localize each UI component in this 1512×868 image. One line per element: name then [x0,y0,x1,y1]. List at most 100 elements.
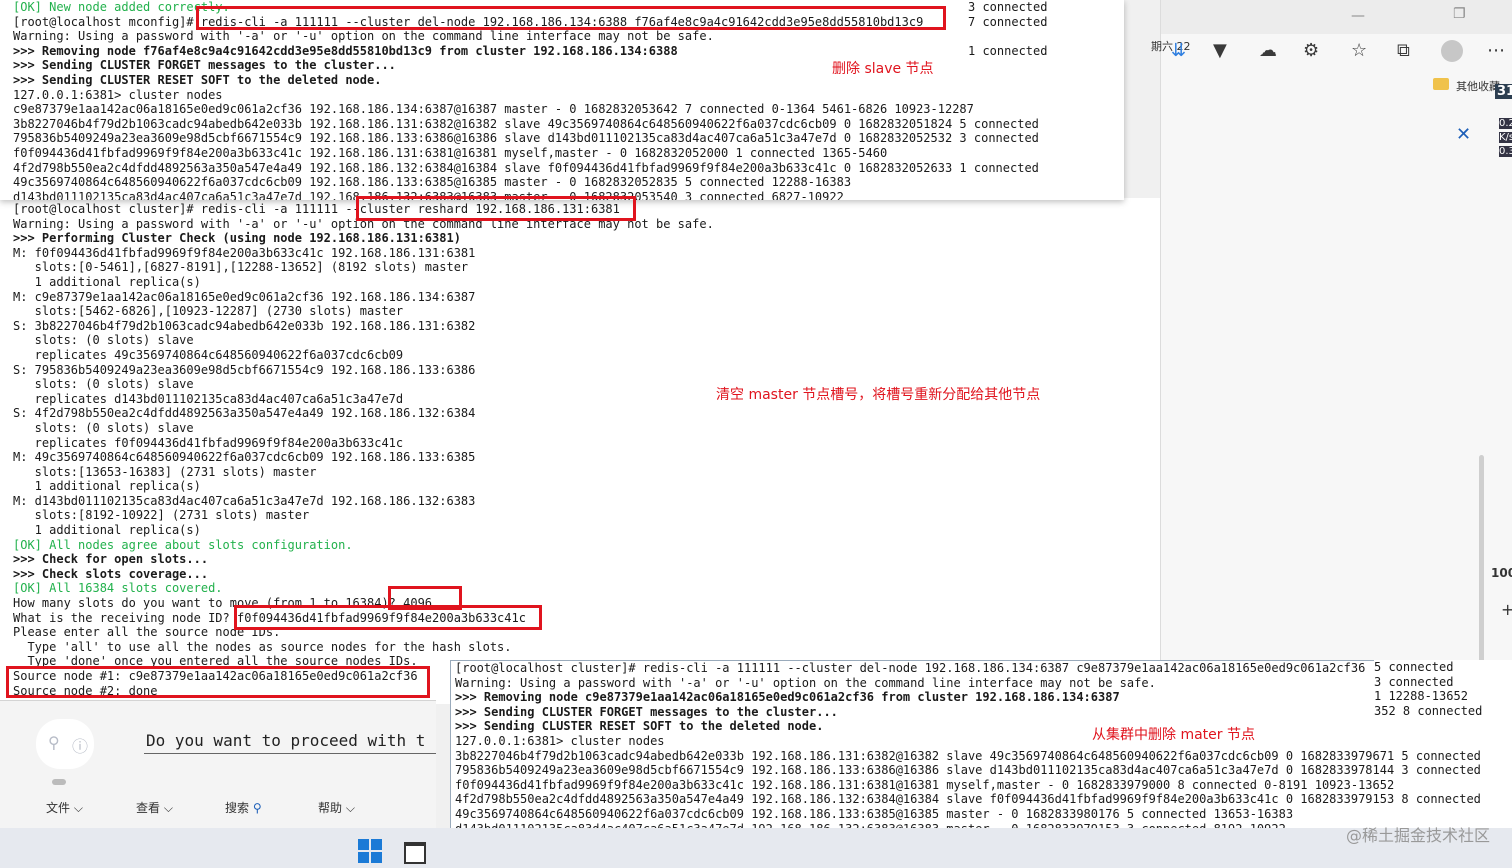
terminal-line: f0f094436d41fbfad9969f9f84e200a3b633c41c… [13,145,888,160]
folder-icon [1433,78,1449,90]
highlight-reshard-cmd [356,196,636,221]
speed-value-2: 0.3 [1499,146,1512,157]
terminal-line: S: 795836b5409249a23ea3609e98d5cbf667155… [13,362,476,377]
proceed-input[interactable]: Do you want to proceed with t [146,731,425,750]
speed-value-1: 0.2 [1499,118,1512,129]
zoom-in-icon[interactable]: + [1501,600,1512,619]
close-icon[interactable]: ✕ [1456,124,1471,145]
terminal-top-tail: 3 connected 7 connected 1 connected [958,0,1058,62]
menu-file[interactable]: 文件 ⌵ [46,799,83,816]
taskview-icon[interactable] [404,842,426,864]
terminal-top[interactable]: [OK] New node added correctly. [root@loca… [0,0,1124,200]
more-icon[interactable]: ⋯ [1487,40,1505,61]
terminal-line: replicates 49c3569740864c648560940622f6a… [13,347,404,362]
highlight-receiving-node [234,605,542,630]
terminal-line: slots: (0 slots) slave [13,333,194,348]
terminal-line: 1 additional replica(s) [13,479,201,494]
terminal-line: 49c3569740864c648560940622f6a037cdc6cb09… [455,806,1294,821]
terminal-tail-line: 3 connected [968,0,1048,14]
taskbar [0,828,1512,868]
info-icon[interactable]: ⓘ [72,733,88,757]
terminal-line: Type 'all' to use all the nodes as sourc… [13,639,512,654]
terminal-line: f0f094436d41fbfad9969f9f84e200a3b633c41c… [455,777,1395,792]
terminal-line: >>> Sending CLUSTER RESET SOFT to the de… [455,719,824,734]
vpn-icon[interactable]: ▼ [1213,40,1227,61]
highlight-del-slave-cmd [196,6,946,30]
terminal-line: M: c9e87379e1aa142ac06a18165e0ed9c061a2c… [13,289,476,304]
terminal-line: How many slots do you want to move (from… [13,596,433,611]
highlight-source-nodes [6,666,430,698]
terminal-line: M: f0f094436d41fbfad9969f9f84e200a3b633c… [13,245,476,260]
terminal-line: Please enter all the source node IDs. [13,625,281,640]
zoom-level: 100 [1491,566,1512,580]
extensions-icon[interactable]: ⚙ [1303,40,1319,61]
terminal-line: 795836b5409249a23ea3609e98d5cbf6671554c9… [455,763,1481,778]
terminal-line: S: 3b8227046b4f79d2b1063cadc94abedb642e0… [13,318,476,333]
favorites-icon[interactable]: ☆ [1351,40,1367,61]
terminal-line: c9e87379e1aa142ac06a18165e0ed9c061a2cf36… [13,102,974,117]
windows-start-icon[interactable] [358,839,382,863]
terminal-bottom[interactable]: [root@localhost cluster]# redis-cli -a 1… [450,660,1512,828]
terminal-line: 3b8227046b4f79d2b1063cadc94abedb642e033b… [455,748,1481,763]
terminal-line: [root@localhost cluster]# redis-cli -a 1… [455,661,1366,675]
location-icon[interactable]: ⚲ [48,733,60,752]
terminal-tail-line: 352 8 connected [1374,703,1483,718]
terminal-line: 4f2d798b550ea2c4dfdd4892563a350a547e4a49… [13,160,1039,175]
terminal-tail-line: 3 connected [1374,674,1454,689]
terminal-tail-line: 1 connected [968,43,1048,58]
terminal-tail-line [968,29,1058,44]
window-minimize-icon[interactable]: — [1351,8,1365,24]
terminal-tail-line: 5 connected [1374,660,1454,674]
input-underline [144,753,436,754]
bookmark-other[interactable]: 其他收藏 [1456,78,1500,94]
search-icon: ⚲ [252,801,262,815]
terminal-main[interactable]: [root@localhost cluster]# redis-cli -a 1… [0,198,1160,704]
terminal-line: 1 additional replica(s) [13,274,201,289]
terminal-line: [OK] All nodes agree about slots configu… [13,537,353,552]
terminal-line: S: 4f2d798b550ea2c4dfdd4892563a350a547e4… [13,406,476,421]
note-clear-master: 清空 master 节点槽号，将槽号重新分配给其他节点 [716,387,1041,403]
terminal-line: M: 49c3569740864c648560940622f6a037cdc6c… [13,450,476,465]
terminal-line: slots:[13653-16383] (2731 slots) master [13,464,317,479]
profile-avatar[interactable] [1441,40,1463,62]
download-icon[interactable]: ⇊ [1171,40,1186,61]
menu-view[interactable]: 查看 ⌵ [136,799,173,816]
terminal-line: slots:[0-5461],[6827-8191],[12288-13652]… [13,260,469,275]
collections-icon[interactable]: ⧉ [1397,40,1410,61]
terminal-line: 4f2d798b550ea2c4dfdd4892563a350a547e4a49… [455,792,1481,807]
terminal-tail-line: 7 connected [968,14,1048,29]
terminal-line: 127.0.0.1:6381> cluster nodes [455,733,665,748]
note-delete-slave: 删除 slave 节点 [832,61,934,77]
terminal-line: slots:[8192-10922] (2731 slots) master [13,508,310,523]
terminal-line: 1 additional replica(s) [13,523,201,538]
terminal-line: 49c3569740864c648560940622f6a037cdc6cb09… [13,175,852,190]
terminal-tail-line: 1 12288-13652 [1374,689,1468,704]
menu-search[interactable]: 搜索 ⚲ [225,799,262,816]
window-restore-icon[interactable]: ❐ [1453,6,1466,22]
terminal-line: >>> Performing Cluster Check (using node… [13,231,461,246]
number-badge: 31 [1495,84,1512,99]
speed-unit: K/s [1499,132,1512,143]
terminal-line: M: d143bd011102135ca83d4ac407ca6a51c3a47… [13,493,476,508]
menu-help[interactable]: 帮助 ⌵ [318,799,355,816]
scrollbar[interactable] [1479,455,1484,685]
terminal-line: >>> Removing node c9e87379e1aa142ac06a18… [455,690,1120,705]
terminal-line: slots:[5462-6826],[10923-12287] (2730 sl… [13,304,404,319]
notes-app: ⚲ ⓘ Do you want to proceed with t 文件 ⌵ 查… [0,700,436,829]
terminal-line: slots: (0 slots) slave [13,420,194,435]
drag-handle[interactable] [52,779,66,785]
terminal-line: 3b8227046b4f79d2b1063cadc94abedb642e033b… [13,116,1039,131]
terminal-line: 127.0.0.1:6381> cluster nodes [13,87,223,102]
terminal-line: [OK] All 16384 slots covered. [13,581,223,596]
terminal-bottom-tail: 5 connected 3 connected 1 12288-13652 352 8… [1374,660,1512,720]
cloud-icon[interactable]: ☁ [1259,40,1277,61]
terminal-line: 795836b5409249a23ea3609e98d5cbf6671554c9… [13,131,1039,146]
terminal-line: >>> Sending CLUSTER FORGET messages to t… [455,704,838,719]
terminal-line: What is the receiving node ID? f0f094436… [13,610,526,625]
note-delete-master: 从集群中删除 mater 节点 [1092,727,1255,743]
terminal-line: >>> Check slots coverage... [13,566,209,581]
terminal-line: >>> Check for open slots... [13,552,209,567]
terminal-line: >>> Sending CLUSTER RESET SOFT to the de… [13,72,382,87]
watermark: @稀土掘金技术社区 [1345,826,1490,845]
terminal-line: replicates f0f094436d41fbfad9969f9f84e20… [13,435,404,450]
